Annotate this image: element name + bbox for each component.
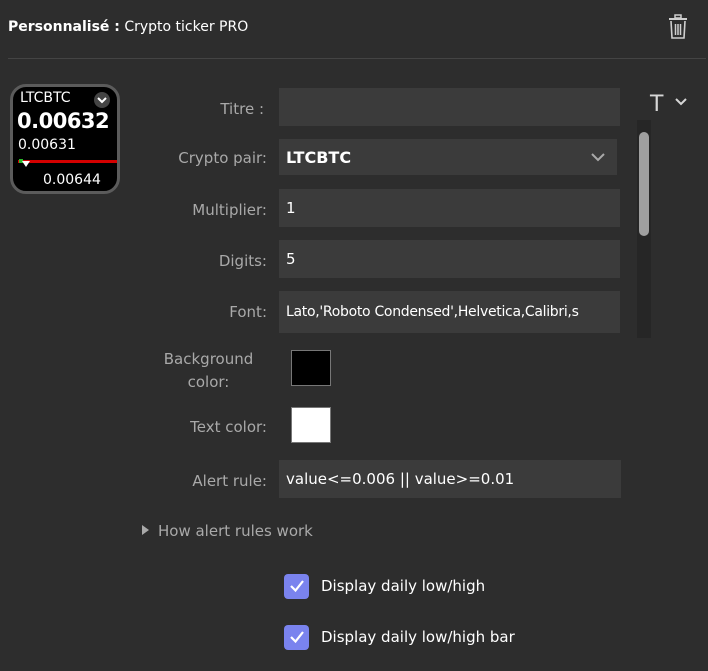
multiplier-input[interactable]: 1	[279, 189, 620, 227]
text-color-swatch[interactable]	[291, 407, 331, 443]
preview-high: 0.00644	[43, 172, 101, 188]
title-prefix: Personnalisé :	[8, 19, 120, 35]
title-name: Crypto ticker PRO	[119, 19, 249, 35]
daily-low-high-bar-label: Display daily low/high bar	[321, 628, 515, 646]
daily-low-high-checkbox[interactable]	[284, 573, 309, 599]
daily-low-high-option[interactable]: Display daily low/high	[284, 573, 485, 599]
chevron-down-icon[interactable]	[590, 151, 606, 163]
preview-current-marker	[22, 161, 30, 167]
preview-price: 0.00632	[17, 109, 110, 133]
title-label: Titre :	[220, 100, 264, 118]
multiplier-label: Multiplier:	[192, 201, 267, 219]
bg-color-swatch[interactable]	[291, 350, 331, 386]
alert-rule-input[interactable]: value<=0.006 || value>=0.01	[279, 460, 621, 498]
daily-low-high-bar-checkbox[interactable]	[284, 624, 309, 650]
digits-label: Digits:	[218, 252, 267, 270]
pair-value: LTCBTC	[286, 147, 352, 167]
bg-color-label: Background color:	[150, 348, 267, 394]
font-label: Font:	[229, 303, 267, 321]
daily-low-high-label: Display daily low/high	[321, 577, 486, 595]
title-input[interactable]	[279, 88, 620, 126]
text-color-label: Text color:	[190, 418, 267, 436]
preview-symbol: LTCBTC	[20, 90, 71, 106]
header-divider	[8, 58, 706, 59]
checkmark-icon	[289, 580, 304, 593]
daily-low-high-bar-option[interactable]: Display daily low/high bar	[284, 624, 515, 650]
chevron-down-icon	[94, 92, 110, 108]
trash-icon[interactable]	[667, 14, 689, 40]
alert-rules-help-label: How alert rules work	[158, 522, 313, 540]
caret-right-icon	[142, 525, 149, 535]
alert-rule-label: Alert rule:	[192, 472, 267, 490]
ticker-preview[interactable]: LTCBTC 0.00632 0.00631 0.00644	[10, 84, 120, 194]
text-format-icon[interactable]: T	[650, 92, 688, 117]
checkmark-icon	[289, 631, 304, 644]
page-title: Personnalisé : Crypto ticker PRO	[8, 19, 248, 35]
pair-select[interactable]: LTCBTC	[279, 139, 617, 175]
digits-input[interactable]: 5	[279, 240, 620, 278]
alert-rules-help-toggle[interactable]: How alert rules work	[142, 522, 313, 540]
bg-color-label-line2: color:	[187, 373, 230, 391]
preview-range-bar	[18, 160, 117, 163]
bg-color-label-line1: Background	[163, 350, 254, 368]
text-format-glyph: T	[650, 92, 664, 117]
scrollbar-thumb[interactable]	[639, 132, 649, 236]
preview-low: 0.00631	[18, 137, 76, 153]
pair-label: Crypto pair:	[178, 149, 267, 167]
header: Personnalisé : Crypto ticker PRO	[0, 0, 708, 58]
font-input[interactable]: Lato,'Roboto Condensed',Helvetica,Calibr…	[279, 291, 620, 333]
